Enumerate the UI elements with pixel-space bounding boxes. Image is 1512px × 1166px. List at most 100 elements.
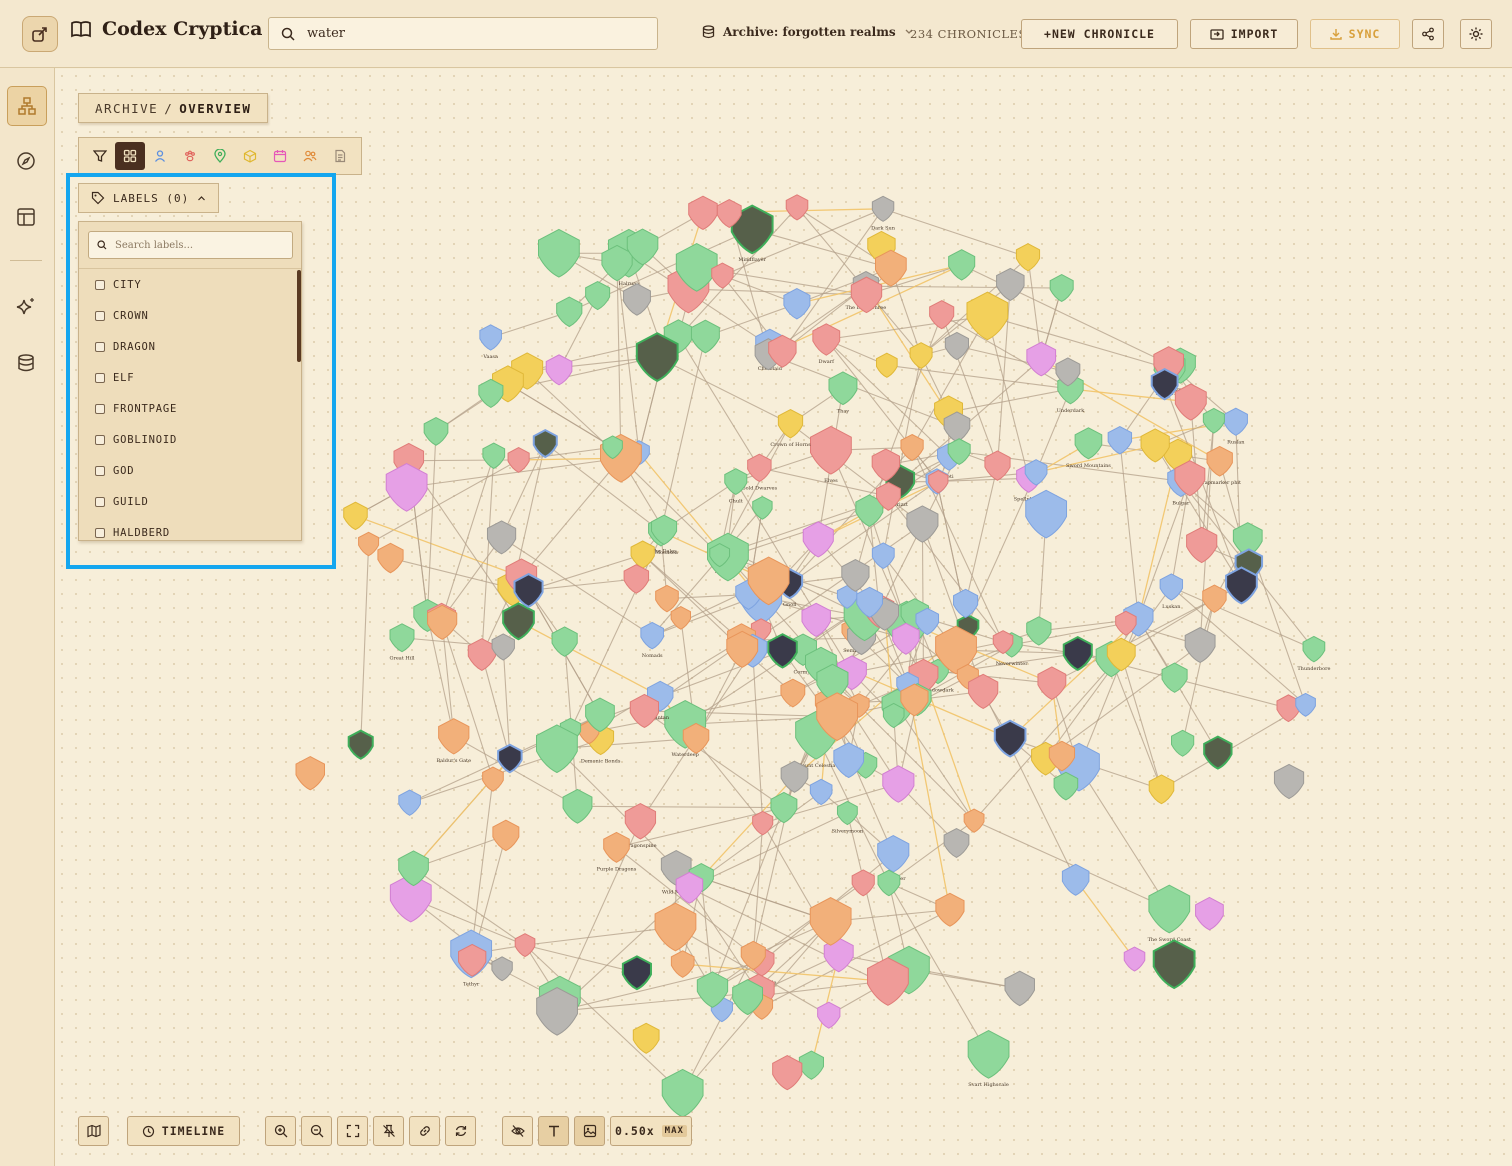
graph-node[interactable]: Vaasa xyxy=(479,324,502,360)
node-shield[interactable] xyxy=(984,450,1011,481)
node-shield[interactable] xyxy=(1049,274,1074,303)
share-button[interactable] xyxy=(1412,19,1444,49)
node-shield[interactable] xyxy=(295,756,326,791)
graph-node[interactable] xyxy=(1174,383,1207,421)
label-option[interactable]: FRONTPAGE xyxy=(79,393,301,424)
filter-factions[interactable] xyxy=(295,142,325,170)
node-shield[interactable] xyxy=(682,722,710,754)
graph-node[interactable] xyxy=(1195,896,1224,931)
node-shield[interactable] xyxy=(1152,939,1196,990)
filter-characters[interactable] xyxy=(145,142,175,170)
node-shield[interactable] xyxy=(963,808,985,833)
graph-node[interactable] xyxy=(1053,771,1079,801)
graph-node[interactable] xyxy=(935,892,965,927)
graph-node[interactable] xyxy=(984,450,1011,481)
graph-node[interactable]: Dwarf xyxy=(812,323,841,365)
checkbox[interactable] xyxy=(95,434,105,445)
graph-node[interactable]: Baldur's Gate xyxy=(436,718,471,764)
node-shield[interactable] xyxy=(968,673,999,709)
filter-button[interactable] xyxy=(85,142,115,170)
graph-node[interactable] xyxy=(968,673,999,709)
toggle-visibility-button[interactable] xyxy=(502,1116,533,1146)
node-shield[interactable] xyxy=(967,1030,1010,1079)
node-shield[interactable] xyxy=(1302,635,1326,663)
node-shield[interactable] xyxy=(358,531,380,557)
label-option[interactable]: DRAGON xyxy=(79,331,301,362)
node-shield[interactable] xyxy=(1225,566,1258,605)
node-shield[interactable] xyxy=(770,791,798,824)
graph-node[interactable] xyxy=(1161,662,1188,693)
labels-dropdown-button[interactable]: LABELS (0) xyxy=(78,183,220,213)
graph-node[interactable] xyxy=(551,626,578,657)
toggle-labels-button[interactable] xyxy=(538,1116,569,1146)
graph-node[interactable] xyxy=(385,463,428,512)
filter-events[interactable] xyxy=(265,142,295,170)
graph-node[interactable] xyxy=(682,722,710,754)
graph-node[interactable]: Ruslan xyxy=(1223,407,1248,445)
node-shield[interactable] xyxy=(585,280,611,311)
graph-node[interactable] xyxy=(1123,946,1146,972)
node-shield[interactable] xyxy=(810,425,852,475)
node-shield[interactable] xyxy=(943,411,971,443)
graph-node[interactable] xyxy=(491,956,513,982)
graph-node[interactable] xyxy=(876,352,898,378)
graph-node[interactable]: Dark Sun xyxy=(871,195,896,231)
node-shield[interactable] xyxy=(953,588,979,618)
node-shield[interactable] xyxy=(1037,666,1067,701)
node-shield[interactable] xyxy=(1074,427,1103,460)
node-shield[interactable] xyxy=(621,955,652,991)
node-shield[interactable] xyxy=(532,429,558,459)
new-chronicle-button[interactable]: +NEW CHRONICLE xyxy=(1021,19,1178,49)
graph-node[interactable] xyxy=(1107,426,1133,455)
sidebar-explore[interactable] xyxy=(7,142,45,180)
node-shield[interactable] xyxy=(654,902,697,952)
graph-node[interactable] xyxy=(630,540,655,569)
settings-button[interactable] xyxy=(1460,19,1492,49)
unpin-button[interactable] xyxy=(373,1116,404,1146)
node-shield[interactable] xyxy=(467,638,496,671)
node-shield[interactable] xyxy=(690,319,720,354)
graph-node[interactable] xyxy=(654,902,697,952)
node-shield[interactable] xyxy=(635,332,679,382)
checkbox[interactable] xyxy=(95,341,105,352)
import-button[interactable]: IMPORT xyxy=(1190,19,1298,49)
node-shield[interactable] xyxy=(423,417,449,446)
graph-node[interactable] xyxy=(536,724,578,774)
graph-node[interactable] xyxy=(467,638,496,671)
node-shield[interactable] xyxy=(780,678,806,708)
graph-node[interactable] xyxy=(752,810,774,836)
graph-node[interactable]: Great Hill xyxy=(389,623,415,662)
sidebar-graph-view[interactable] xyxy=(7,86,47,126)
node-shield[interactable] xyxy=(996,267,1025,302)
graph-node[interactable] xyxy=(482,442,506,469)
node-shield[interactable] xyxy=(640,621,664,650)
graph-node[interactable] xyxy=(358,531,380,557)
node-shield[interactable] xyxy=(551,626,578,657)
archive-selector[interactable]: Archive: forgotten realms xyxy=(702,25,914,39)
node-shield[interactable] xyxy=(629,693,660,728)
checkbox[interactable] xyxy=(95,496,105,507)
graph-node[interactable]: Purple Dragons xyxy=(597,831,637,872)
node-shield[interactable] xyxy=(479,324,502,351)
graph-node[interactable] xyxy=(780,678,806,708)
node-shield[interactable] xyxy=(772,1055,803,1091)
timeline-button[interactable]: TIMELINE xyxy=(127,1116,240,1146)
graph-node[interactable] xyxy=(1295,692,1316,717)
graph-node[interactable] xyxy=(1049,274,1074,303)
graph-node[interactable]: Elves xyxy=(810,425,852,484)
node-shield[interactable] xyxy=(1148,774,1175,805)
graph-node[interactable] xyxy=(478,378,504,408)
graph-node[interactable] xyxy=(1061,863,1090,896)
node-shield[interactable] xyxy=(603,831,630,863)
refresh-layout-button[interactable] xyxy=(445,1116,476,1146)
node-shield[interactable] xyxy=(812,323,841,356)
checkbox[interactable] xyxy=(95,372,105,383)
graph-node[interactable] xyxy=(1171,729,1195,757)
graph-node[interactable] xyxy=(507,447,530,473)
label-option[interactable]: ELF xyxy=(79,362,301,393)
graph-node[interactable] xyxy=(1202,584,1227,613)
graph-node[interactable] xyxy=(1202,407,1225,434)
graph-node[interactable] xyxy=(892,622,920,655)
checkbox[interactable] xyxy=(95,310,105,321)
node-shield[interactable] xyxy=(389,623,415,653)
